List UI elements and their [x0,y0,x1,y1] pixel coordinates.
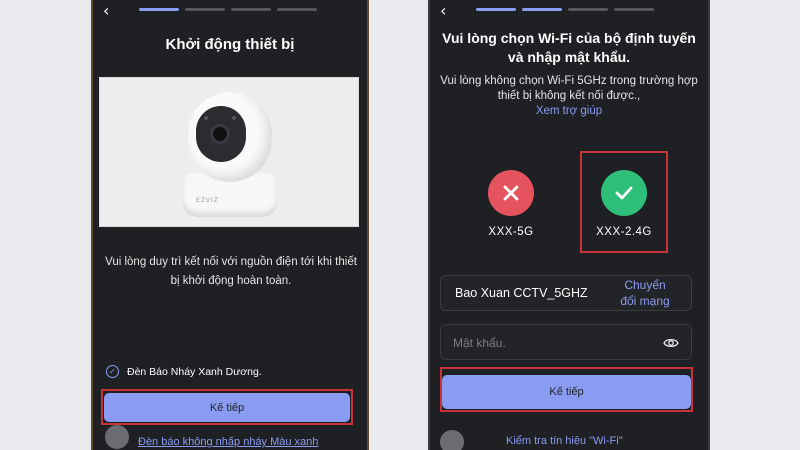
blue-light-checkbox-row[interactable]: ✓ Đèn Báo Nháy Xanh Dương. [106,365,262,378]
progress-step-2 [522,8,562,11]
x-icon [488,170,534,216]
checkbox-label: Đèn Báo Nháy Xanh Dương. [127,365,262,378]
progress-indicator [476,8,654,11]
checkmark-icon [601,170,647,216]
left-phone-screen: ‹ Khởi động thiết bị EZVIZ Vui lòng duy … [91,0,369,450]
progress-step-4 [277,8,317,11]
back-chevron-icon[interactable]: ‹ [440,1,446,20]
progress-step-1 [139,8,179,11]
progress-indicator [139,8,317,11]
next-button[interactable]: Kế tiếp [442,375,691,409]
wifi-warning-text: Vui lòng không chọn Wi-Fi 5GHz trong trư… [430,74,708,119]
check-circle-icon[interactable]: ✓ [106,365,119,378]
camera-lens [210,124,230,144]
progress-step-4 [614,8,654,11]
wifi-option-24g: XXX-2.4G [582,170,666,238]
camera-sensor-dot [204,116,208,120]
progress-step-3 [568,8,608,11]
password-field[interactable] [440,324,692,360]
progress-step-3 [231,8,271,11]
network-field: Bao Xuan CCTV_5GHZ Chuyển đổi mạng [440,275,692,311]
light-not-blinking-link[interactable]: Đèn báo không nhấp nháy Màu xanh [138,436,318,448]
camera-face [196,106,246,162]
password-input[interactable] [453,333,653,353]
wifi-option-label: XXX-2.4G [596,226,652,238]
camera-head [188,92,272,182]
camera-sensor-dot [232,116,236,120]
page-title: Vui lòng chọn Wi-Fi của bộ định tuyến và… [442,30,696,65]
switch-network-link[interactable]: Chuyển đổi mạng [615,277,675,309]
toggle-knob-icon[interactable] [105,425,129,449]
wifi-warning-message: Vui lòng không chọn Wi-Fi 5GHz trong trư… [440,75,698,102]
right-phone-screen: ‹ Vui lòng chọn Wi-Fi của bộ định tuyến … [428,0,710,450]
help-link[interactable]: Xem trợ giúp [536,105,602,117]
check-wifi-signal-link[interactable]: Kiểm tra tín hiệu "Wi-Fi" [506,435,623,447]
power-instruction: Vui lòng duy trì kết nối với nguồn điện … [105,256,357,287]
wifi-option-5g: XXX-5G [476,170,546,238]
progress-step-2 [185,8,225,11]
toggle-knob-icon[interactable] [440,430,464,450]
camera-logo: EZVIZ [196,197,219,204]
page-title: Khởi động thiết bị [165,36,295,53]
eye-icon[interactable] [663,336,679,354]
network-name: Bao Xuan CCTV_5GHZ [455,286,588,300]
next-button[interactable]: Kế tiếp [104,393,350,422]
progress-step-1 [476,8,516,11]
wifi-option-label: XXX-5G [488,226,534,238]
device-image: EZVIZ [99,77,359,227]
back-chevron-icon[interactable]: ‹ [103,1,109,20]
